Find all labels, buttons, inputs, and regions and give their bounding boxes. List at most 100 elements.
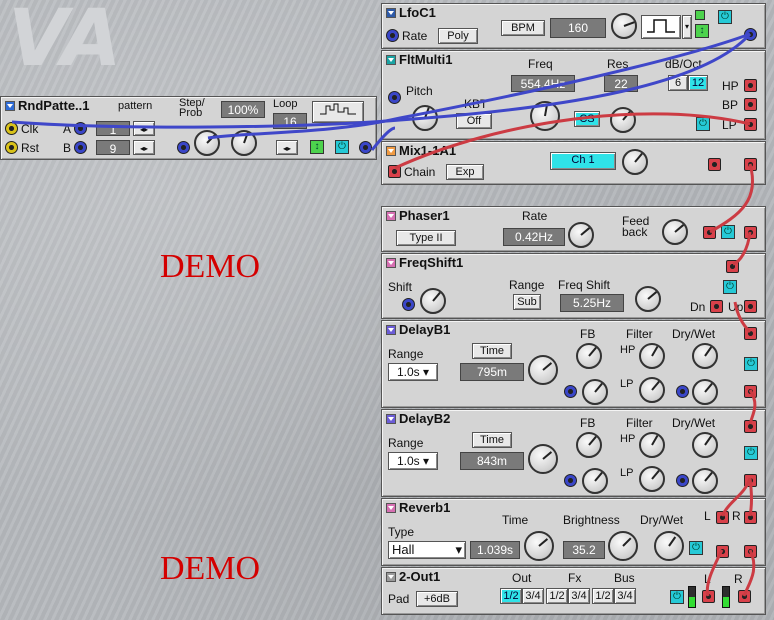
b-input-jack[interactable]	[74, 141, 87, 154]
mix-input-jack[interactable]	[708, 158, 721, 171]
freq-knob[interactable]	[530, 101, 560, 131]
time-value[interactable]: 795m	[460, 363, 524, 381]
shift-knob[interactable]	[420, 288, 446, 314]
bus-34-button[interactable]: 3/4	[614, 588, 636, 604]
lfo-output-jack[interactable]	[744, 28, 757, 41]
time-knob[interactable]	[528, 355, 558, 385]
phaser-output-jack[interactable]	[744, 226, 757, 239]
collapse-icon[interactable]	[386, 211, 396, 221]
poly-button[interactable]: Poly	[438, 28, 478, 44]
rst-input-jack[interactable]	[5, 141, 18, 154]
pitch-input-jack[interactable]	[388, 91, 401, 104]
collapse-icon[interactable]	[386, 572, 396, 582]
sync-toggle[interactable]: ↕	[310, 140, 324, 154]
cs-button[interactable]: CS	[574, 111, 600, 127]
time-value[interactable]: 843m	[460, 452, 524, 470]
fb-input-jack[interactable]	[564, 474, 577, 487]
hp-knob[interactable]	[639, 343, 665, 369]
delay1-output-jack[interactable]	[744, 385, 757, 398]
b-value[interactable]: 9	[96, 140, 130, 156]
delay1-input-jack[interactable]	[744, 327, 757, 340]
power-icon[interactable]: ⏻	[721, 225, 735, 239]
fb-mod-knob[interactable]	[582, 468, 608, 494]
collapse-icon[interactable]	[386, 146, 396, 156]
drywet-knob[interactable]	[654, 531, 684, 561]
collapse-icon[interactable]	[5, 101, 15, 111]
power-icon[interactable]: ⏻	[670, 590, 684, 604]
waveform-square-icon[interactable]	[641, 15, 681, 39]
chain-input-jack[interactable]	[388, 165, 401, 178]
time-button[interactable]: Time	[472, 432, 512, 448]
lp-knob[interactable]	[639, 466, 665, 492]
drywet-knob[interactable]	[692, 432, 718, 458]
brightness-knob[interactable]	[608, 531, 638, 561]
fb-mod-knob[interactable]	[582, 379, 608, 405]
dn-output-jack[interactable]	[710, 300, 723, 313]
res-value[interactable]: 22	[604, 75, 638, 92]
a-stepper[interactable]: ◂▸	[133, 121, 155, 136]
collapse-icon[interactable]	[386, 55, 396, 65]
rate-knob[interactable]	[611, 13, 637, 39]
time-knob[interactable]	[528, 444, 558, 474]
collapse-icon[interactable]	[386, 325, 396, 335]
exp-button[interactable]: Exp	[446, 164, 484, 180]
power-icon[interactable]: ⏻	[723, 280, 737, 294]
time-value[interactable]: 1.039s	[470, 541, 520, 559]
prob-knob[interactable]	[231, 130, 257, 156]
collapse-icon[interactable]	[386, 414, 396, 424]
rnd-output-jack[interactable]	[359, 141, 372, 154]
out-l-input-jack[interactable]	[702, 590, 715, 603]
collapse-icon[interactable]	[386, 8, 396, 18]
loop-stepper[interactable]: ◂▸	[276, 140, 298, 155]
hp-output-jack[interactable]	[744, 79, 757, 92]
bus-12-button[interactable]: 1/2	[592, 588, 614, 604]
clk-input-jack[interactable]	[5, 122, 18, 135]
drywet-mod-knob[interactable]	[692, 379, 718, 405]
freqshift-knob[interactable]	[635, 286, 661, 312]
freq-value[interactable]: 554.4Hz	[511, 75, 575, 92]
time-button[interactable]: Time	[472, 343, 512, 359]
range-select[interactable]: 1.0s ▾	[388, 363, 438, 381]
power-icon[interactable]: ⏻	[718, 10, 732, 24]
a-input-jack[interactable]	[74, 122, 87, 135]
fb-input-jack[interactable]	[564, 385, 577, 398]
type-select[interactable]: Hall ▾	[388, 541, 466, 559]
power-icon[interactable]: ⏻	[744, 357, 758, 371]
hp-knob[interactable]	[639, 432, 665, 458]
channel-button[interactable]: Ch 1	[550, 152, 616, 170]
reverb-l-output-jack[interactable]	[716, 545, 729, 558]
fb-knob[interactable]	[576, 432, 602, 458]
pattern-graph-icon[interactable]	[312, 101, 364, 123]
level-knob[interactable]	[622, 149, 648, 175]
bpm-button[interactable]: BPM	[501, 20, 545, 36]
bp-output-jack[interactable]	[744, 98, 757, 111]
fb-knob[interactable]	[576, 343, 602, 369]
reverb-r-output-jack[interactable]	[744, 545, 757, 558]
range-button[interactable]: Sub	[513, 294, 541, 310]
time-knob[interactable]	[524, 531, 554, 561]
res-knob[interactable]	[610, 107, 636, 133]
a-value[interactable]: 1	[96, 121, 130, 137]
power-icon[interactable]: ⏻	[696, 117, 710, 131]
sync-toggle[interactable]: ↕	[695, 24, 709, 38]
delay2-input-jack[interactable]	[744, 420, 757, 433]
out-r-input-jack[interactable]	[738, 590, 751, 603]
reverb-r-input-jack[interactable]	[744, 511, 757, 524]
step-prob-value[interactable]: 100%	[221, 101, 265, 118]
feedback-knob[interactable]	[662, 219, 688, 245]
power-icon[interactable]: ⏻	[335, 140, 349, 154]
chevron-down-icon[interactable]: ▾	[682, 15, 692, 39]
drywet-mod-knob[interactable]	[692, 468, 718, 494]
kbt-button[interactable]: Off	[456, 113, 492, 129]
fx-12-button[interactable]: 1/2	[546, 588, 568, 604]
phaser-input-jack[interactable]	[703, 226, 716, 239]
rate-knob[interactable]	[568, 222, 594, 248]
fx-34-button[interactable]: 3/4	[568, 588, 590, 604]
brightness-value[interactable]: 35.2	[563, 541, 605, 559]
lp-knob[interactable]	[639, 377, 665, 403]
drywet-knob[interactable]	[692, 343, 718, 369]
db12-button[interactable]: 12	[688, 75, 708, 91]
range-select[interactable]: 1.0s ▾	[388, 452, 438, 470]
rate-value[interactable]: 0.42Hz	[503, 228, 565, 246]
mod-input-jack[interactable]	[177, 141, 190, 154]
